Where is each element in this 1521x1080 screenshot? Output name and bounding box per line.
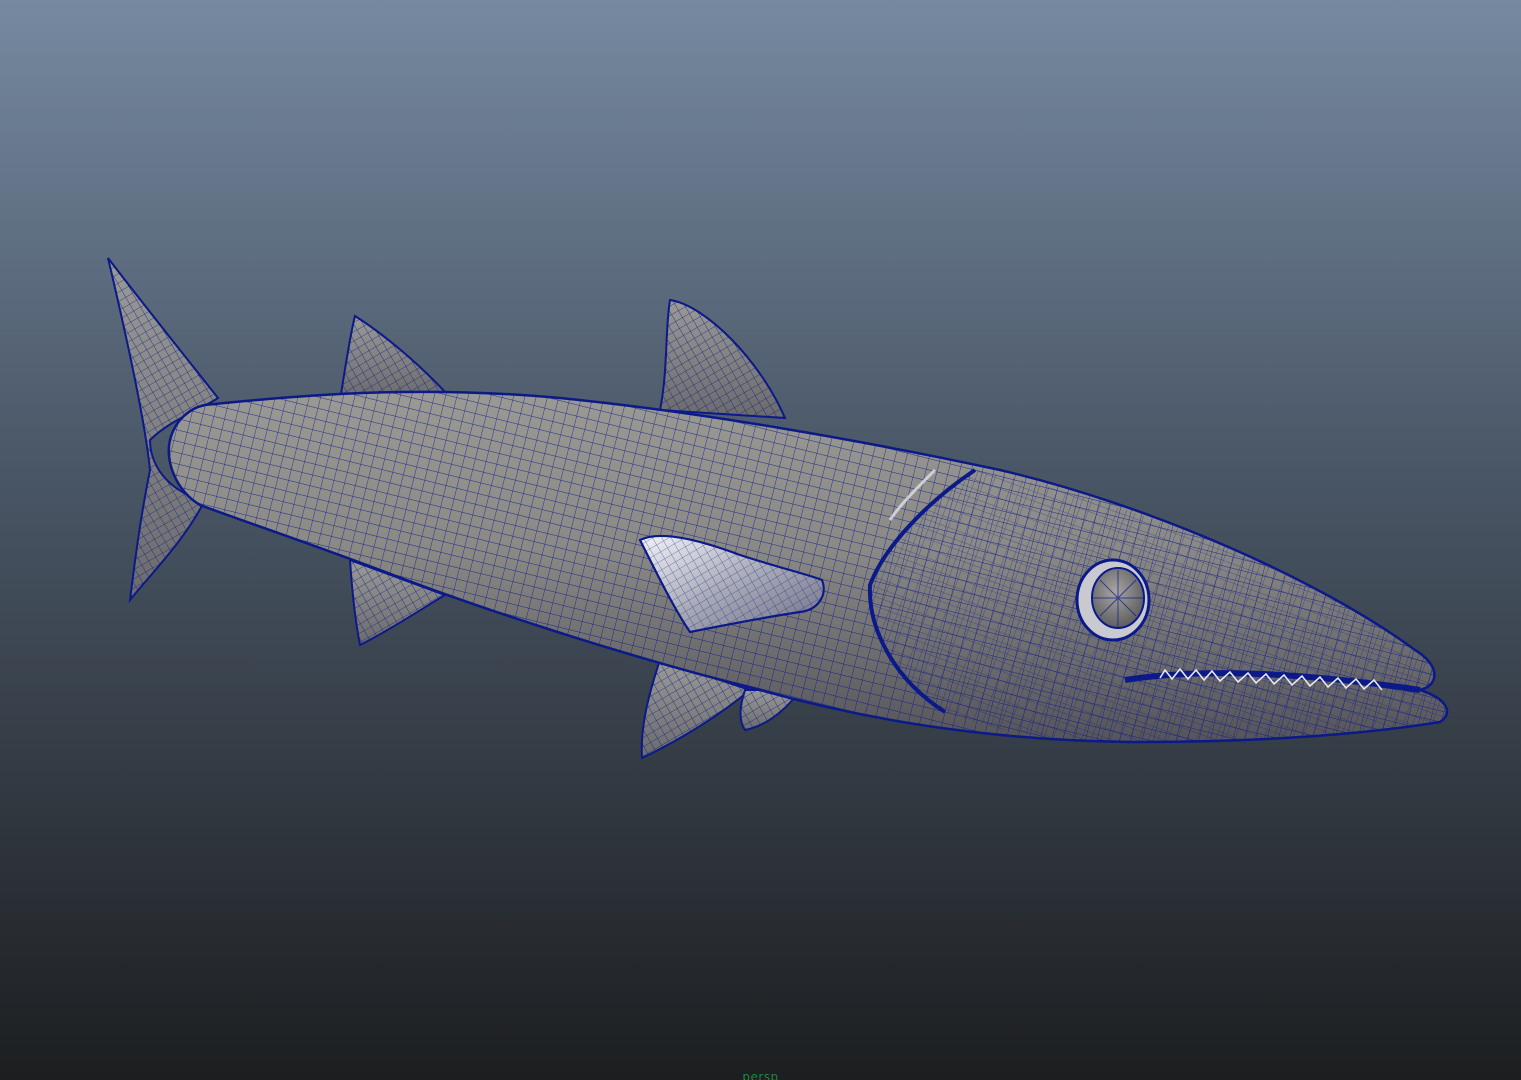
viewport-scene[interactable]	[0, 0, 1521, 1080]
eye	[1075, 558, 1151, 642]
camera-name-label: persp	[742, 1070, 779, 1080]
3d-viewport[interactable]: persp	[0, 0, 1521, 1080]
